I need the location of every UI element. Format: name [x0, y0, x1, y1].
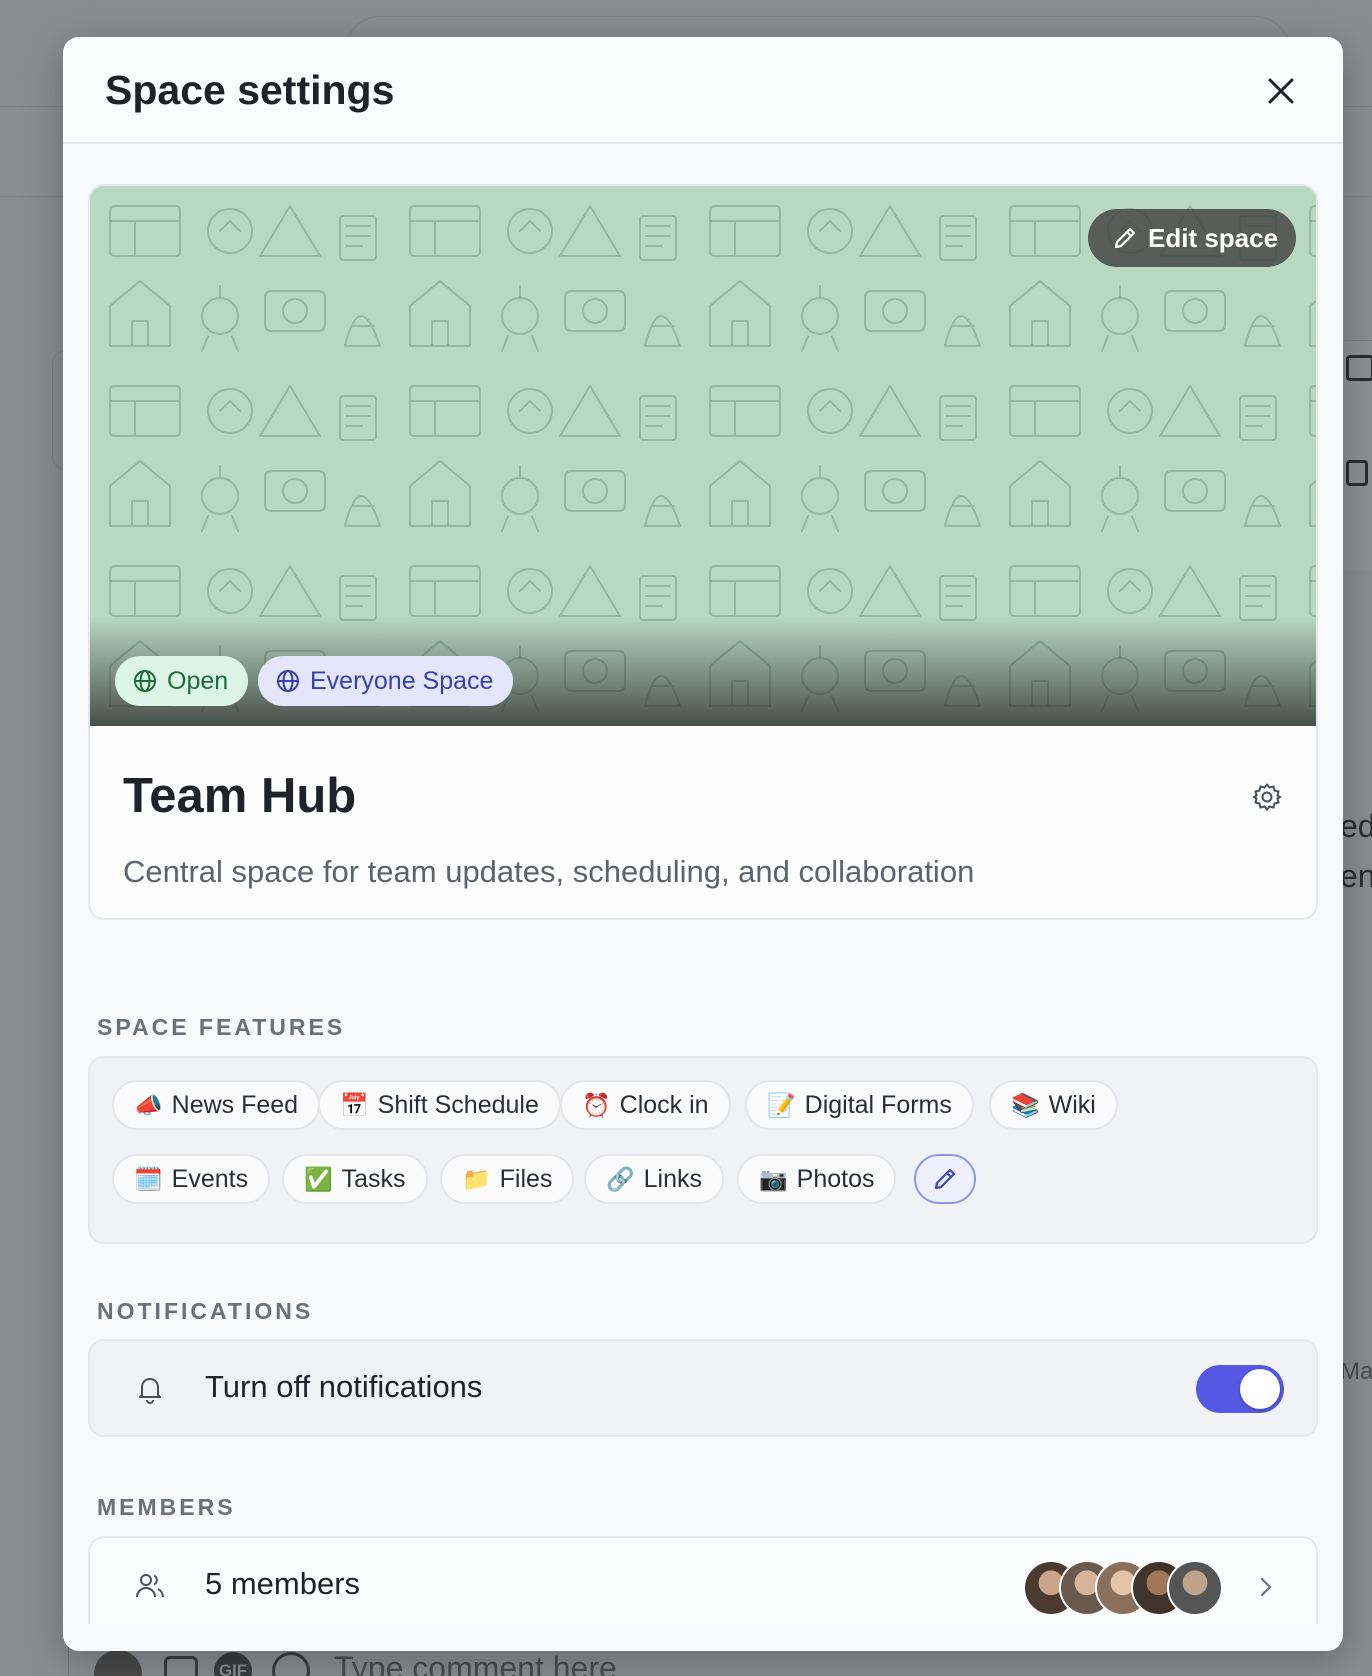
- bookmark-icon: [1346, 460, 1368, 486]
- comment-input-placeholder: Type comment here: [334, 1650, 617, 1676]
- edit-space-button[interactable]: Edit space: [1088, 209, 1296, 267]
- feature-chip-digital-forms[interactable]: 📝 Digital Forms: [745, 1080, 974, 1130]
- notifications-section-label: NOTIFICATIONS: [97, 1298, 314, 1324]
- space-description: Central space for team updates, scheduli…: [123, 854, 975, 889]
- feature-chip-events[interactable]: 🗓️ Events: [112, 1154, 271, 1204]
- badge-open: Open: [115, 656, 249, 706]
- notifications-row: Turn off notifications: [88, 1339, 1318, 1437]
- feature-chip-tasks[interactable]: ✅ Tasks: [282, 1154, 428, 1204]
- member-avatars: [1023, 1560, 1233, 1616]
- background-text-fragment: en: [1340, 858, 1372, 894]
- feature-chip-news-feed[interactable]: 📣 News Feed: [112, 1080, 321, 1130]
- feature-chip-label: Events: [171, 1164, 249, 1193]
- feature-chip-label: Shift Schedule: [377, 1090, 539, 1119]
- folder-icon: 📁: [462, 1165, 491, 1192]
- space-name: Team Hub: [123, 769, 357, 823]
- feature-chip-label: Digital Forms: [804, 1090, 952, 1119]
- edit-features-button[interactable]: [914, 1154, 976, 1204]
- space-cover-image: Edit space Open Everyone Space: [90, 186, 1316, 726]
- badge-everyone-label: Everyone Space: [310, 666, 494, 695]
- feature-chip-files[interactable]: 📁 Files: [440, 1154, 575, 1204]
- close-button[interactable]: [1263, 73, 1299, 109]
- background-text-fragment: Ma: [1340, 1358, 1372, 1385]
- megaphone-icon: 📣: [134, 1091, 163, 1118]
- books-icon: 📚: [1011, 1091, 1040, 1118]
- link-icon: 🔗: [606, 1165, 635, 1192]
- feature-chip-shift-schedule[interactable]: 📅 Shift Schedule: [318, 1080, 561, 1130]
- feature-chip-clock-in[interactable]: ⏰ Clock in: [560, 1080, 731, 1130]
- close-icon: [1268, 78, 1294, 104]
- gear-icon: [1252, 782, 1282, 812]
- calendar-icon: 🗓️: [134, 1165, 163, 1192]
- pencil-icon: [934, 1168, 956, 1190]
- background-text-fragment: ed: [1340, 808, 1372, 844]
- chevron-right-icon: [1260, 1577, 1272, 1597]
- feature-chip-label: Links: [643, 1164, 703, 1193]
- feature-chip-label: Clock in: [619, 1090, 709, 1119]
- space-settings-modal: Space settings Edit space Open Everyone …: [63, 37, 1343, 1651]
- members-section-label: MEMBERS: [97, 1494, 236, 1520]
- features-section-label: SPACE FEATURES: [97, 1014, 346, 1040]
- globe-icon: [277, 670, 299, 692]
- image-icon: [1346, 355, 1372, 381]
- feature-chip-label: Photos: [796, 1164, 875, 1193]
- pencil-icon: [1114, 227, 1136, 249]
- feature-chip-label: Tasks: [341, 1164, 406, 1193]
- memo-icon: 📝: [767, 1091, 796, 1118]
- feature-chip-photos[interactable]: 📷 Photos: [737, 1154, 897, 1204]
- modal-title: Space settings: [105, 67, 395, 113]
- space-card: Edit space Open Everyone Space Team Hub: [88, 184, 1318, 920]
- notifications-text: Turn off notifications: [205, 1369, 483, 1404]
- modal-header: Space settings: [63, 37, 1343, 144]
- avatar: [1167, 1560, 1223, 1616]
- notifications-toggle[interactable]: [1196, 1365, 1284, 1413]
- edit-space-label: Edit space: [1148, 222, 1279, 253]
- alarm-clock-icon: ⏰: [582, 1091, 611, 1118]
- feature-chip-label: News Feed: [171, 1090, 299, 1119]
- toggle-knob: [1240, 1369, 1280, 1409]
- calendar-icon: 📅: [340, 1091, 369, 1118]
- check-icon: ✅: [304, 1165, 333, 1192]
- members-row[interactable]: 5 members: [88, 1536, 1318, 1624]
- camera-icon: 📷: [759, 1165, 788, 1192]
- feature-chip-label: Files: [499, 1164, 553, 1193]
- feature-chip-label: Wiki: [1048, 1090, 1096, 1119]
- badge-open-label: Open: [167, 666, 229, 695]
- add-image-icon: [164, 1656, 198, 1676]
- space-settings-button[interactable]: [1252, 782, 1282, 812]
- globe-icon: [134, 670, 156, 692]
- users-icon: [136, 1574, 164, 1598]
- bell-icon: [139, 1378, 161, 1404]
- modal-body: Edit space Open Everyone Space Team Hub: [63, 144, 1343, 1624]
- feature-chip-links[interactable]: 🔗 Links: [584, 1154, 725, 1204]
- feature-chip-wiki[interactable]: 📚 Wiki: [989, 1080, 1118, 1130]
- features-box: 📣 News Feed 📅 Shift Schedule ⏰ Clock in …: [88, 1056, 1318, 1244]
- members-count: 5 members: [205, 1566, 361, 1601]
- badge-everyone-space: Everyone Space: [258, 656, 514, 706]
